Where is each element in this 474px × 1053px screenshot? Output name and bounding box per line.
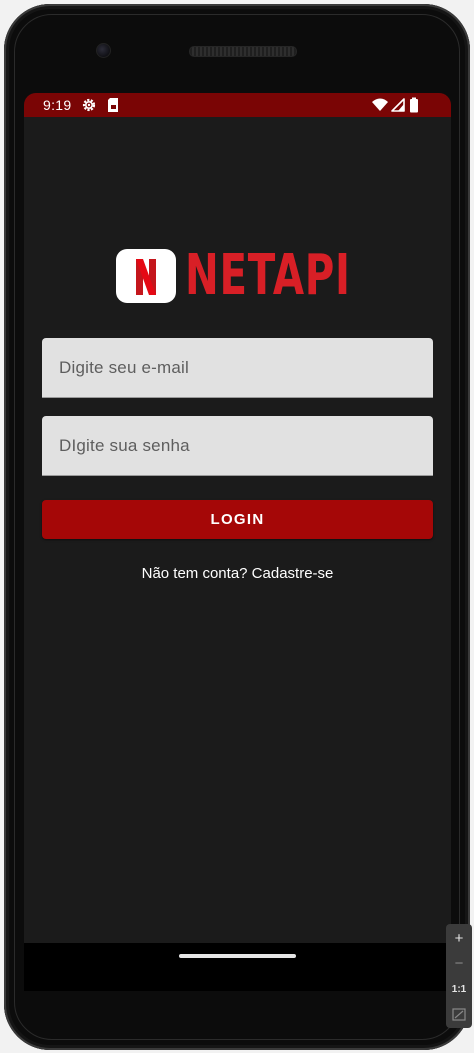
zoom-out-button[interactable]: −	[446, 952, 472, 976]
login-button[interactable]: LOGIN	[42, 500, 433, 539]
status-time: 9:19	[43, 97, 72, 113]
wifi-icon	[372, 97, 388, 113]
zoom-in-button[interactable]: +	[446, 927, 472, 951]
logo-wordmark: NETAPI	[185, 243, 351, 308]
earpiece-speaker	[189, 46, 297, 57]
front-camera	[96, 43, 111, 58]
app-logo: NETAPI	[116, 243, 366, 308]
cellular-signal-icon	[391, 97, 405, 113]
home-indicator[interactable]	[179, 954, 296, 958]
settings-gear-icon	[81, 97, 97, 113]
email-placeholder: Digite seu e-mail	[59, 358, 190, 377]
signup-link[interactable]: Não tem conta? Cadastre-se	[24, 565, 451, 583]
app-screen: 9:19 NETAPI Digite seu e-mail DIgite sua…	[24, 93, 451, 943]
sim-card-icon	[107, 97, 119, 113]
actual-size-button[interactable]: 1:1	[446, 978, 472, 1002]
netflix-n-icon	[136, 259, 156, 295]
fit-screen-icon	[452, 1008, 466, 1021]
password-field[interactable]: DIgite sua senha	[42, 416, 433, 476]
email-field[interactable]: Digite seu e-mail	[42, 338, 433, 398]
status-bar: 9:19	[24, 93, 451, 117]
logo-badge	[116, 249, 176, 303]
battery-icon	[409, 97, 419, 113]
emulator-zoom-toolbar: + − 1:1	[446, 924, 472, 1028]
fit-screen-button[interactable]	[446, 1003, 472, 1027]
navigation-bar	[24, 943, 451, 991]
password-placeholder: DIgite sua senha	[59, 436, 190, 455]
